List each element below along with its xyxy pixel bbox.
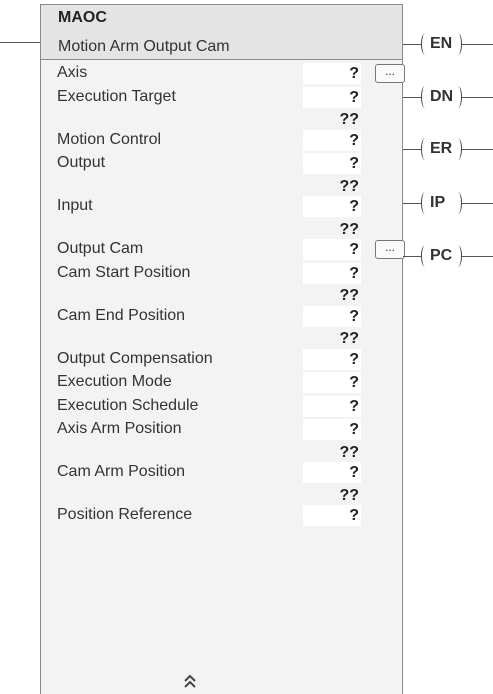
coil-wire-left: [403, 203, 421, 204]
operand-value-field[interactable]: ?: [303, 372, 361, 393]
operand-label: Execution Schedule: [57, 396, 199, 414]
browse-button[interactable]: ...: [375, 64, 405, 83]
coil-wire-right: [462, 203, 493, 204]
coil-wire-left: [403, 97, 421, 98]
operand-label: Input: [57, 197, 93, 214]
operand-live-value: ??: [339, 486, 359, 504]
rung-input-wire: [0, 42, 40, 43]
coil-label: EN: [430, 35, 453, 52]
operand-row: Cam End Position?: [41, 305, 402, 328]
output-coil-er[interactable]: ER: [403, 138, 493, 160]
operand-row: Execution Mode?: [41, 372, 402, 394]
operand-label: Execution Mode: [57, 373, 172, 390]
operand-value-field[interactable]: ?: [303, 129, 361, 151]
coil-left-paren: [421, 245, 429, 267]
coil-left-paren: [421, 192, 429, 214]
operand-label: Output Compensation: [57, 349, 213, 367]
coil-right-paren: [454, 138, 462, 160]
operand-label: Output: [57, 154, 106, 171]
operand-label: Axis Arm Position: [57, 420, 182, 437]
coil-wire-left: [403, 149, 421, 150]
coil-label: PC: [430, 247, 453, 264]
coil-left-paren: [421, 138, 429, 160]
double-chevron-up-icon[interactable]: [180, 672, 200, 690]
browse-button[interactable]: ...: [375, 240, 405, 259]
coil-left-paren: [421, 86, 429, 108]
operand-row: Output Compensation?: [41, 348, 402, 371]
operand-value-field[interactable]: ?: [303, 462, 361, 483]
coil-wire-right: [462, 44, 493, 45]
operand-live-value: ??: [339, 443, 359, 461]
coil-right-paren: [454, 245, 462, 267]
output-coil-en[interactable]: EN: [403, 33, 493, 55]
coil-left-paren: [421, 33, 429, 55]
operand-label: Execution Target: [57, 87, 176, 105]
operand-live-value: ??: [339, 287, 359, 304]
operand-row: Position Reference?: [41, 505, 402, 527]
operand-value-field[interactable]: ?: [303, 63, 361, 84]
operand-row: Axis Arm Position?: [41, 419, 402, 441]
operand-live-value: ??: [339, 330, 359, 347]
coil-wire-right: [462, 256, 493, 257]
operand-label: Output Cam: [57, 240, 144, 257]
operand-row: Output?: [41, 153, 402, 175]
operand-live-value: ??: [339, 220, 359, 238]
instruction-block[interactable]: MAOC Motion Arm Output Cam Axis?... Execu…: [40, 4, 405, 694]
operand-value-field[interactable]: ?: [303, 348, 361, 370]
operand-row: Cam Arm Position?: [41, 462, 402, 484]
operand-row: Output Cam?: [41, 239, 402, 261]
coil-wire-right: [462, 149, 493, 150]
operand-value-field[interactable]: ?: [303, 239, 361, 260]
operand-label: Cam Arm Position: [57, 463, 186, 480]
instruction-name: MAOC: [58, 9, 107, 26]
operand-label: Motion Control: [57, 130, 162, 148]
operand-row: Input?: [41, 196, 402, 218]
output-coil-dn[interactable]: DN: [403, 86, 493, 108]
operand-label: Position Reference: [57, 506, 193, 523]
coil-wire-right: [462, 97, 493, 98]
block-header: MAOC Motion Arm Output Cam: [41, 5, 402, 60]
coil-label: DN: [430, 88, 454, 105]
output-coil-ip[interactable]: IP: [403, 192, 493, 214]
operand-value-field[interactable]: ?: [303, 395, 361, 417]
operand-value-field[interactable]: ?: [303, 262, 361, 284]
coil-right-paren: [454, 192, 462, 214]
coil-wire-left: [403, 44, 421, 45]
operand-value-field[interactable]: ?: [303, 153, 361, 174]
operand-row: Execution Schedule?: [41, 395, 402, 418]
instruction-description: Motion Arm Output Cam: [58, 38, 230, 55]
operand-row: Cam Start Position?: [41, 262, 402, 285]
operand-row: Motion Control?: [41, 129, 402, 152]
operand-live-value: ??: [339, 111, 359, 128]
operand-label: Cam Start Position: [57, 263, 191, 281]
operand-value-field[interactable]: ?: [303, 419, 361, 440]
coil-right-paren: [454, 86, 462, 108]
coil-right-paren: [454, 33, 462, 55]
coil-label: ER: [430, 140, 453, 157]
coil-label: IP: [430, 194, 446, 211]
operand-value-field[interactable]: ?: [303, 196, 361, 217]
coil-wire-left: [403, 256, 421, 257]
operand-value-field[interactable]: ?: [303, 86, 361, 108]
operand-label: Axis: [57, 64, 88, 81]
operand-row: Axis?: [41, 63, 402, 85]
operand-row: Execution Target?: [41, 86, 402, 109]
operand-value-field[interactable]: ?: [303, 505, 361, 526]
operand-value-field[interactable]: ?: [303, 305, 361, 327]
operand-label: Cam End Position: [57, 306, 186, 324]
output-coil-pc[interactable]: PC: [403, 245, 493, 267]
operand-live-value: ??: [339, 177, 359, 195]
